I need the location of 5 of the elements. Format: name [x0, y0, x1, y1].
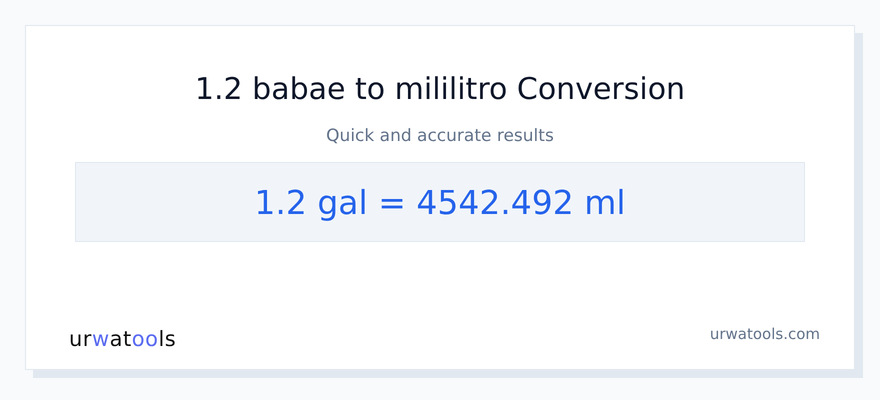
subtitle: Quick and accurate results — [326, 126, 554, 146]
site-url: urwatools.com — [710, 325, 820, 343]
page-title: 1.2 babae to mililitro Conversion — [194, 71, 686, 109]
logo: urwatools — [69, 327, 176, 351]
conversion-result: 1.2 gal = 4542.492 ml — [254, 182, 626, 222]
